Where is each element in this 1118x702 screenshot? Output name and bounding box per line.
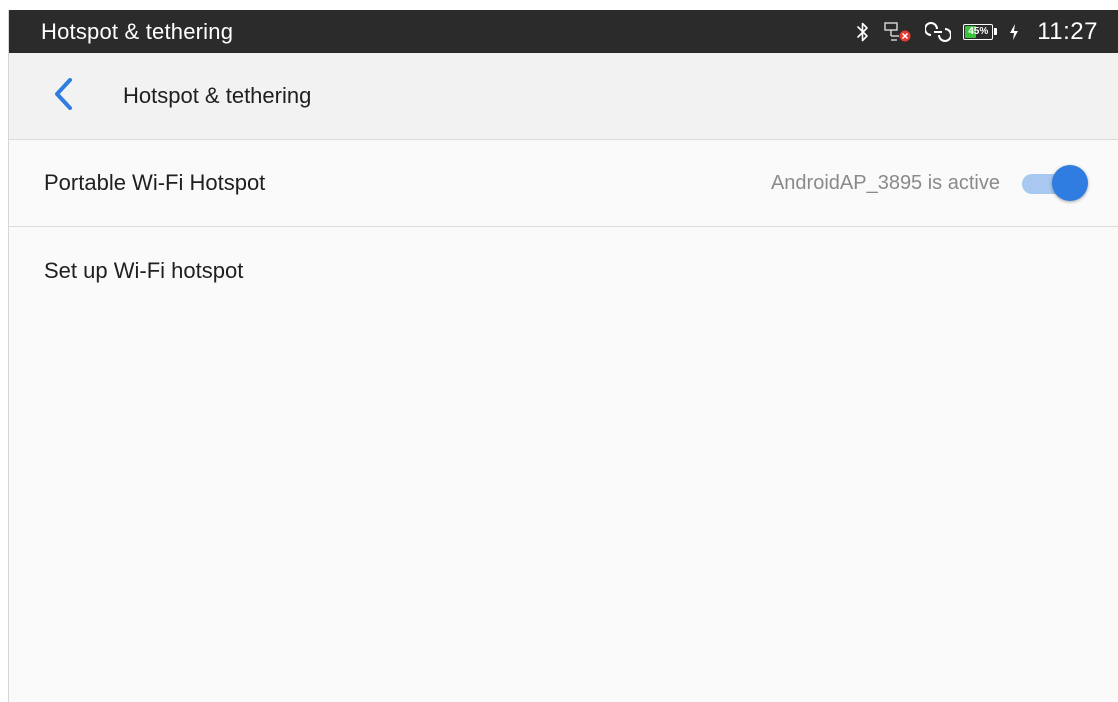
status-bar: Hotspot & tethering 45% 11:27 bbox=[9, 10, 1118, 53]
portable-wifi-hotspot-row[interactable]: Portable Wi-Fi Hotspot AndroidAP_3895 is… bbox=[9, 140, 1118, 227]
clock: 11:27 bbox=[1037, 17, 1098, 45]
ethernet-disconnected-icon bbox=[883, 21, 913, 43]
hotspot-status-summary: AndroidAP_3895 is active bbox=[770, 171, 1000, 194]
hotspot-toggle[interactable] bbox=[1020, 165, 1088, 201]
setup-wifi-hotspot-title: Set up Wi-Fi hotspot bbox=[44, 257, 244, 283]
device-screen: Hotspot & tethering 45% 11:27 Hotspot & … bbox=[8, 10, 1118, 702]
portable-wifi-hotspot-title: Portable Wi-Fi Hotspot bbox=[44, 170, 266, 195]
back-button[interactable] bbox=[29, 66, 99, 126]
battery-tip bbox=[994, 28, 998, 35]
page-title: Hotspot & tethering bbox=[123, 83, 312, 108]
battery-percent: 45% bbox=[968, 25, 989, 37]
toggle-thumb bbox=[1052, 165, 1088, 201]
setup-wifi-hotspot-row[interactable]: Set up Wi-Fi hotspot bbox=[9, 227, 1118, 314]
battery-body: 45% bbox=[963, 23, 994, 40]
settings-list: Portable Wi-Fi Hotspot AndroidAP_3895 is… bbox=[9, 140, 1118, 314]
status-bar-title: Hotspot & tethering bbox=[41, 18, 234, 44]
battery-icon: 45% bbox=[963, 23, 998, 40]
app-bar: Hotspot & tethering bbox=[9, 53, 1118, 140]
hotspot-icon bbox=[925, 21, 952, 43]
status-icons: 45% 11:27 bbox=[855, 18, 1098, 46]
bluetooth-icon bbox=[855, 21, 871, 43]
charging-icon bbox=[1009, 23, 1019, 41]
chevron-left-icon bbox=[52, 77, 76, 116]
